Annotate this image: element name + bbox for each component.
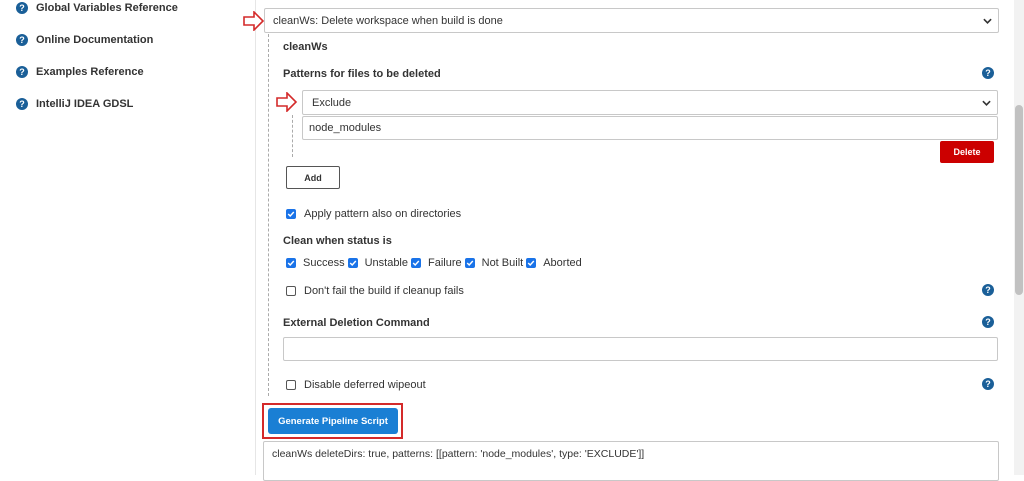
generate-pipeline-script-button[interactable]: Generate Pipeline Script [268,408,398,434]
help-icon: ? [16,2,28,14]
chevron-down-icon [982,100,991,106]
step-select[interactable]: cleanWs: Delete workspace when build is … [264,8,999,33]
status-checkbox-unstable[interactable] [347,258,358,268]
sidebar-item-online-docs[interactable]: ? Online Documentation [16,34,153,46]
help-icon[interactable]: ? [982,284,994,296]
annotation-arrow-icon [276,92,298,112]
checkmark-icon [349,260,356,267]
sidebar-item-intellij-gdsl[interactable]: ? IntelliJ IDEA GDSL [16,98,133,110]
help-icon: ? [16,34,28,46]
pipeline-script-output[interactable]: cleanWs deleteDirs: true, patterns: [[pa… [263,441,999,481]
checkmark-icon [287,260,295,267]
generate-button-label: Generate Pipeline Script [278,415,388,427]
add-button[interactable]: Add [286,166,340,189]
status-label-failure: Failure [428,257,462,269]
external-command-input[interactable] [283,337,998,361]
pattern-type-select[interactable]: Exclude [302,90,998,115]
sidebar-item-examples[interactable]: ? Examples Reference [16,66,144,78]
delete-button[interactable]: Delete [940,141,994,163]
dont-fail-label: Don't fail the build if cleanup fails [304,285,464,297]
section-title: cleanWs [283,41,328,53]
status-label-aborted: Aborted [543,257,582,269]
step-select-value: cleanWs: Delete workspace when build is … [273,14,503,27]
external-command-label: External Deletion Command [283,317,430,329]
pipeline-script-text: cleanWs deleteDirs: true, patterns: [[pa… [272,448,645,460]
checkmark-icon [466,260,473,267]
scrollbar-thumb[interactable] [1015,105,1023,295]
chevron-down-icon [983,18,992,24]
help-icon[interactable]: ? [982,316,994,328]
status-checkbox-aborted[interactable] [526,258,537,268]
help-icon: ? [16,66,28,78]
apply-dirs-checkbox[interactable] [286,209,296,219]
sidebar-item-label: Online Documentation [36,34,154,46]
help-icon[interactable]: ? [982,378,994,390]
disable-wipeout-label: Disable deferred wipeout [304,379,426,391]
sidebar-item-label: IntelliJ IDEA GDSL [36,98,134,110]
status-label-unstable: Unstable [364,257,408,269]
pattern-type-value: Exclude [312,96,352,109]
checkmark-icon [287,211,295,218]
checkmark-icon [412,260,420,267]
dont-fail-checkbox[interactable] [286,286,296,296]
annotation-arrow-icon [243,11,265,31]
help-icon: ? [16,98,28,110]
section-guide [268,34,269,396]
checkmark-icon [527,260,535,267]
sidebar-item-label: Global Variables Reference [36,2,178,14]
help-icon[interactable]: ? [982,67,994,79]
disable-wipeout-checkbox-row[interactable]: Disable deferred wipeout [286,379,426,391]
status-checkbox-not-built[interactable] [464,258,475,268]
sidebar-item-label: Examples Reference [36,66,144,78]
sidebar-item-global-variables[interactable]: ? Global Variables Reference [16,2,178,14]
pattern-input[interactable]: node_modules [302,116,998,140]
sidebar: ? Global Variables Reference ? Online Do… [0,0,256,475]
status-label-not-built: Not Built [481,257,524,269]
pattern-input-value: node_modules [309,122,382,134]
apply-dirs-checkbox-row[interactable]: Apply pattern also on directories [286,208,461,220]
status-checkbox-success[interactable] [286,258,296,268]
status-checkbox-row: Success Unstable Failure Not Built Abort… [286,257,582,269]
add-button-label: Add [304,172,322,183]
delete-button-label: Delete [953,147,981,157]
clean-status-label: Clean when status is [283,235,392,247]
status-label-success: Success [303,257,345,269]
pattern-guide [292,115,293,157]
apply-dirs-label: Apply pattern also on directories [304,208,462,220]
dont-fail-checkbox-row[interactable]: Don't fail the build if cleanup fails [286,285,464,297]
status-checkbox-failure[interactable] [411,258,421,268]
disable-wipeout-checkbox[interactable] [286,380,296,390]
patterns-label: Patterns for files to be deleted [283,68,441,80]
